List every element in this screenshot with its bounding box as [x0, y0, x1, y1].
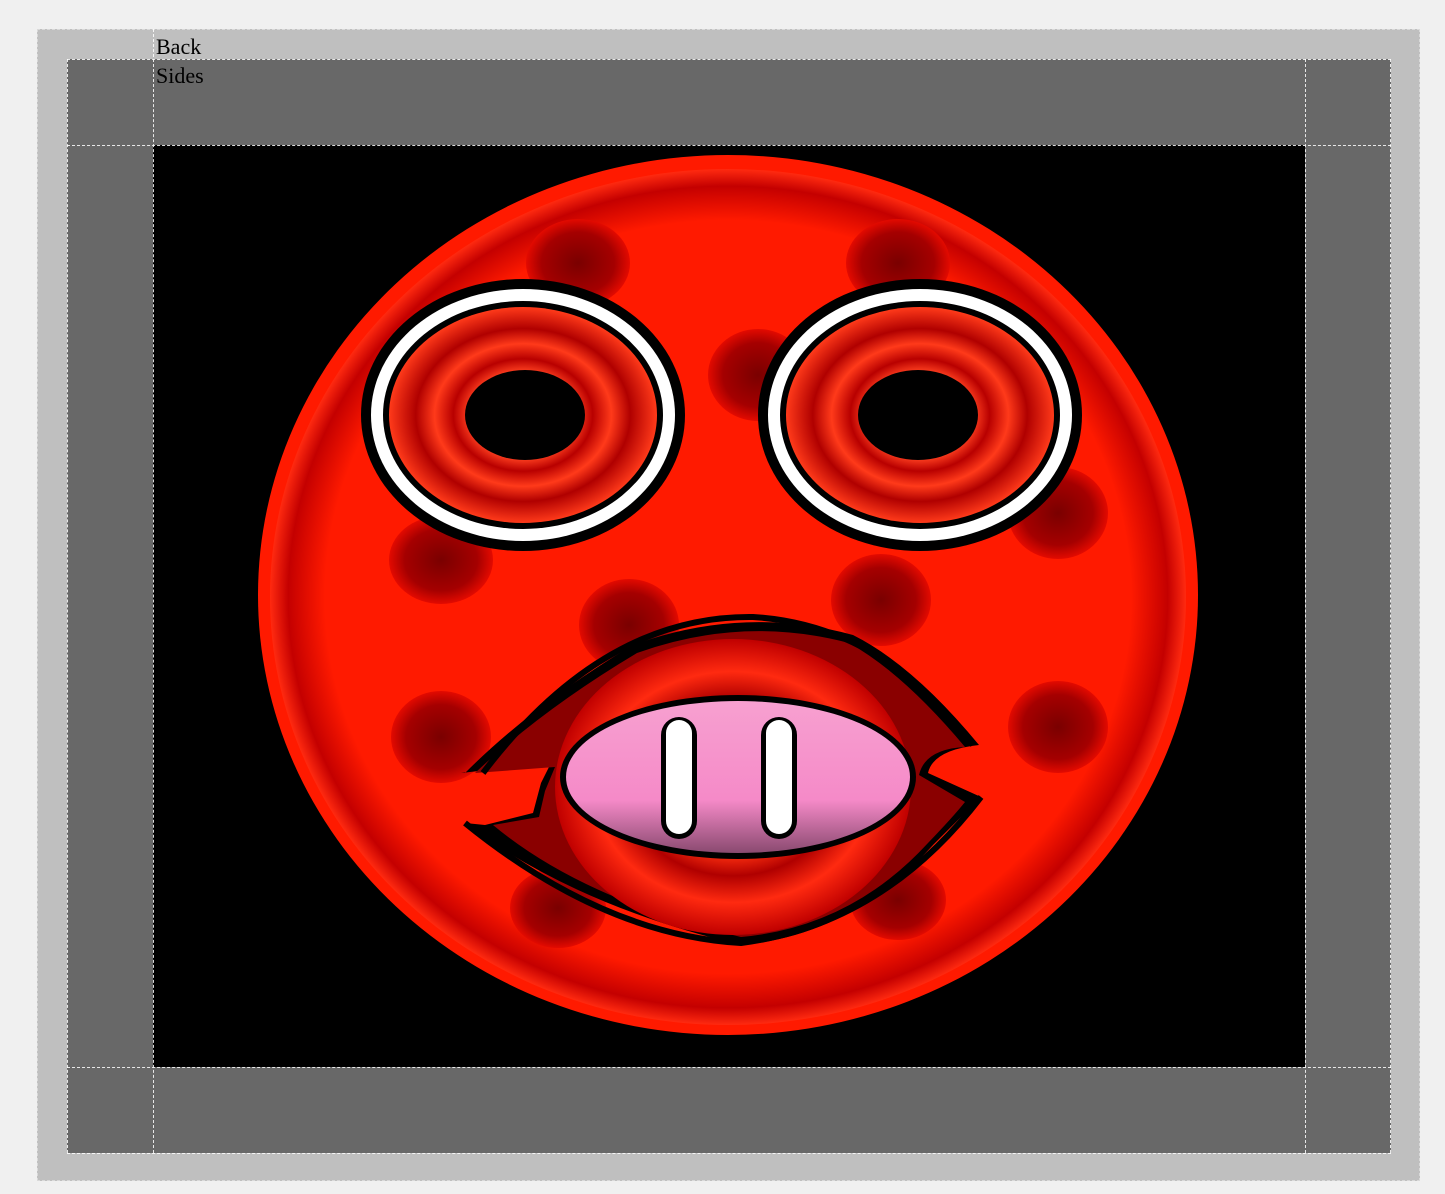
editor-stage: Back Sides: [0, 0, 1445, 1194]
face-artwork: [258, 155, 1198, 1035]
spot-icon: [831, 554, 931, 646]
left-eye-icon: [361, 279, 685, 551]
right-eye-icon: [758, 279, 1082, 551]
artwork-canvas[interactable]: [153, 145, 1305, 1067]
sides-label: Sides: [156, 63, 204, 88]
spot-icon: [1008, 681, 1108, 773]
back-label: Back: [156, 34, 202, 59]
